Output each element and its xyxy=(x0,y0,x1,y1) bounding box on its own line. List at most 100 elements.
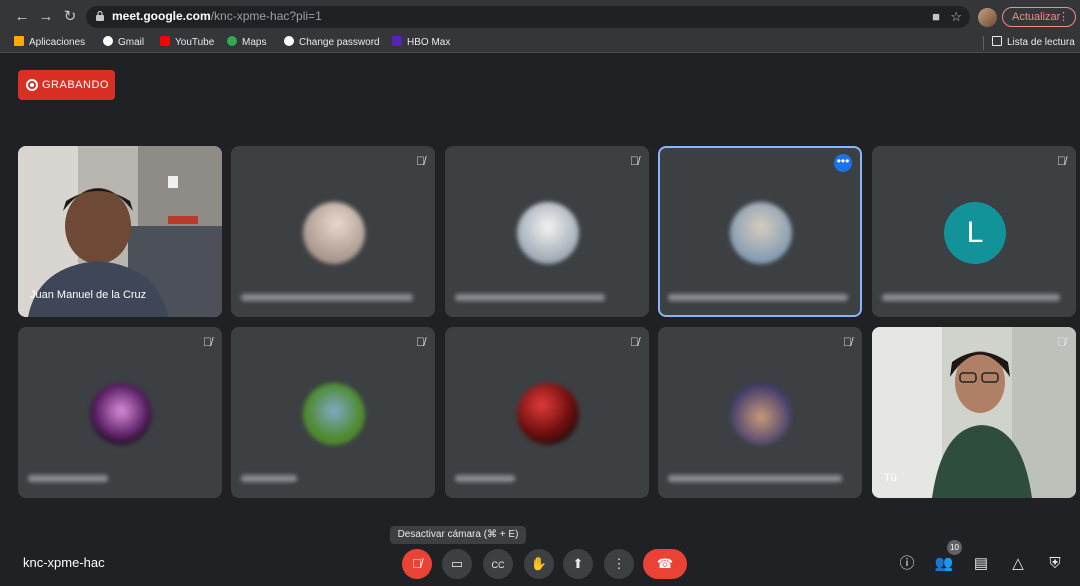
maps-pin-icon xyxy=(227,36,237,46)
update-label: Actualizar xyxy=(1012,11,1061,23)
leave-call-button[interactable]: ☎ xyxy=(643,549,687,579)
url-text: meet.google.com/knc-xpme-hac?pli=1 xyxy=(112,9,322,23)
recording-label: GRABANDO xyxy=(42,79,109,91)
people-icon: 👥 xyxy=(934,555,954,572)
bookmark-hbo-max[interactable]: HBO Max xyxy=(392,36,450,48)
hbo-max-icon xyxy=(392,36,402,46)
chat-button[interactable]: ▤ xyxy=(969,552,993,576)
apps-grid-icon xyxy=(14,36,24,46)
bookmark-label: Aplicaciones xyxy=(29,37,86,48)
more-options-button[interactable]: ⋮ xyxy=(604,549,634,579)
info-icon: ⓘ xyxy=(899,555,915,572)
captions-icon: CC xyxy=(491,560,505,570)
participant-avatar xyxy=(303,202,365,264)
raise-hand-button[interactable]: ✋ xyxy=(524,549,554,579)
mic-off-icon: 🎙̸ xyxy=(1057,154,1066,168)
bookmark-label: Change password xyxy=(299,37,380,48)
more-vert-icon: ⋮ xyxy=(612,556,626,571)
reading-list-label: Lista de lectura xyxy=(1007,37,1075,48)
mic-off-icon: 🎙̸ xyxy=(630,335,639,349)
menu-dots-icon: ⋮ xyxy=(1058,11,1069,23)
update-button[interactable]: Actualizar ⋮ xyxy=(1002,7,1076,27)
hang-up-icon: ☎ xyxy=(656,556,674,571)
mic-off-icon: 🎙̸ xyxy=(412,556,422,571)
bookmark-youtube[interactable]: YouTube xyxy=(160,36,214,48)
participant-avatar xyxy=(730,202,792,264)
more-options-icon[interactable]: ••• xyxy=(834,154,852,172)
participant-tile[interactable]: 🎙̸ xyxy=(231,327,435,498)
url-host: meet.google.com xyxy=(112,9,211,23)
present-icon: ⬆ xyxy=(572,556,584,571)
back-arrow-icon[interactable]: ← xyxy=(12,7,32,27)
google-icon xyxy=(103,36,113,46)
participant-avatar xyxy=(90,383,152,445)
globe-icon xyxy=(284,36,294,46)
chat-icon: ▤ xyxy=(973,555,989,572)
mic-off-icon: 🎙̸ xyxy=(203,335,212,349)
participant-name-blurred xyxy=(668,475,842,482)
participant-avatar xyxy=(517,202,579,264)
bookmark-label: Maps xyxy=(242,37,267,48)
participant-tile[interactable]: 🎙̸ xyxy=(18,327,222,498)
bookmark-gmail[interactable]: Gmail xyxy=(103,36,144,48)
bookmark-label: HBO Max xyxy=(407,37,451,48)
participant-name-blurred xyxy=(882,294,1060,301)
bookmark-change-password[interactable]: Change password xyxy=(284,36,380,48)
camera-button[interactable]: ▭ xyxy=(442,549,472,579)
reading-list[interactable]: Lista de lectura xyxy=(992,36,1075,48)
self-name: Tú xyxy=(884,472,897,484)
mic-off-button[interactable]: 🎙̸ xyxy=(402,549,432,579)
participant-name-blurred xyxy=(668,294,848,301)
camera-icon: ▭ xyxy=(450,556,464,571)
meeting-details-button[interactable]: ⓘ xyxy=(895,552,919,576)
browser-toolbar: ← → ↻ meet.google.com/knc-xpme-hac?pli=1… xyxy=(0,0,1080,34)
shield-lock-icon: ⛨ xyxy=(1049,555,1061,572)
participant-tile[interactable]: 🎙̸ L xyxy=(872,146,1076,317)
self-video xyxy=(872,327,1076,498)
host-controls-button[interactable]: ⛨ xyxy=(1043,552,1067,576)
profile-avatar[interactable] xyxy=(978,8,997,27)
participant-avatar xyxy=(303,383,365,445)
address-bar[interactable]: meet.google.com/knc-xpme-hac?pli=1 ■ ☆ xyxy=(86,6,970,28)
participant-tile[interactable]: Juan Manuel de la Cruz xyxy=(18,146,222,317)
bookmark-star-icon[interactable]: ☆ xyxy=(950,9,962,25)
camera-in-use-icon[interactable]: ■ xyxy=(932,9,940,24)
meeting-code: knc-xpme-hac xyxy=(23,555,105,570)
mic-off-icon: 🎙̸ xyxy=(416,154,425,168)
activities-icon: △ xyxy=(1012,555,1024,572)
mic-off-icon: 🎙̸ xyxy=(843,335,852,349)
bookmarks-bar: Aplicaciones Gmail YouTube Maps Change p… xyxy=(0,34,1080,53)
people-button[interactable]: 👥 xyxy=(932,552,956,576)
participant-tile[interactable]: 🎙̸ xyxy=(445,146,649,317)
participant-tile[interactable]: 🎙̸ xyxy=(658,327,862,498)
recording-badge[interactable]: GRABANDO xyxy=(18,70,115,100)
forward-arrow-icon[interactable]: → xyxy=(36,7,56,27)
record-icon xyxy=(26,79,38,91)
url-path: /knc-xpme-hac?pli=1 xyxy=(210,9,322,23)
present-screen-button[interactable]: ⬆ xyxy=(563,549,593,579)
bookmark-label: Gmail xyxy=(118,37,145,48)
bookmarks-divider xyxy=(983,36,984,50)
participant-tile[interactable]: 🎙̸ xyxy=(231,146,435,317)
mic-off-icon: 🎙̸ xyxy=(416,335,425,349)
participant-avatar xyxy=(730,383,792,445)
reload-icon[interactable]: ↻ xyxy=(60,7,80,27)
participant-name-blurred xyxy=(241,294,413,301)
reading-list-icon xyxy=(992,36,1002,46)
participant-initial-avatar: L xyxy=(944,202,1006,264)
bookmark-maps[interactable]: Maps xyxy=(227,36,266,48)
activities-button[interactable]: △ xyxy=(1006,552,1030,576)
bookmark-apps[interactable]: Aplicaciones xyxy=(14,36,85,48)
captions-button[interactable]: CC xyxy=(483,549,513,579)
hand-icon: ✋ xyxy=(530,556,548,571)
participant-tile[interactable]: 🎙̸ xyxy=(445,327,649,498)
youtube-icon xyxy=(160,36,170,46)
self-view-tile[interactable]: 🎙̸ Tú xyxy=(872,327,1076,498)
participant-name: Juan Manuel de la Cruz xyxy=(30,289,147,301)
participant-count-badge: 10 xyxy=(947,540,962,555)
participant-tile-active[interactable]: ••• xyxy=(658,146,862,317)
mic-off-icon: 🎙̸ xyxy=(1057,335,1066,349)
bookmark-label: YouTube xyxy=(175,37,215,48)
participant-avatar xyxy=(517,383,579,445)
participant-name-blurred xyxy=(455,294,605,301)
